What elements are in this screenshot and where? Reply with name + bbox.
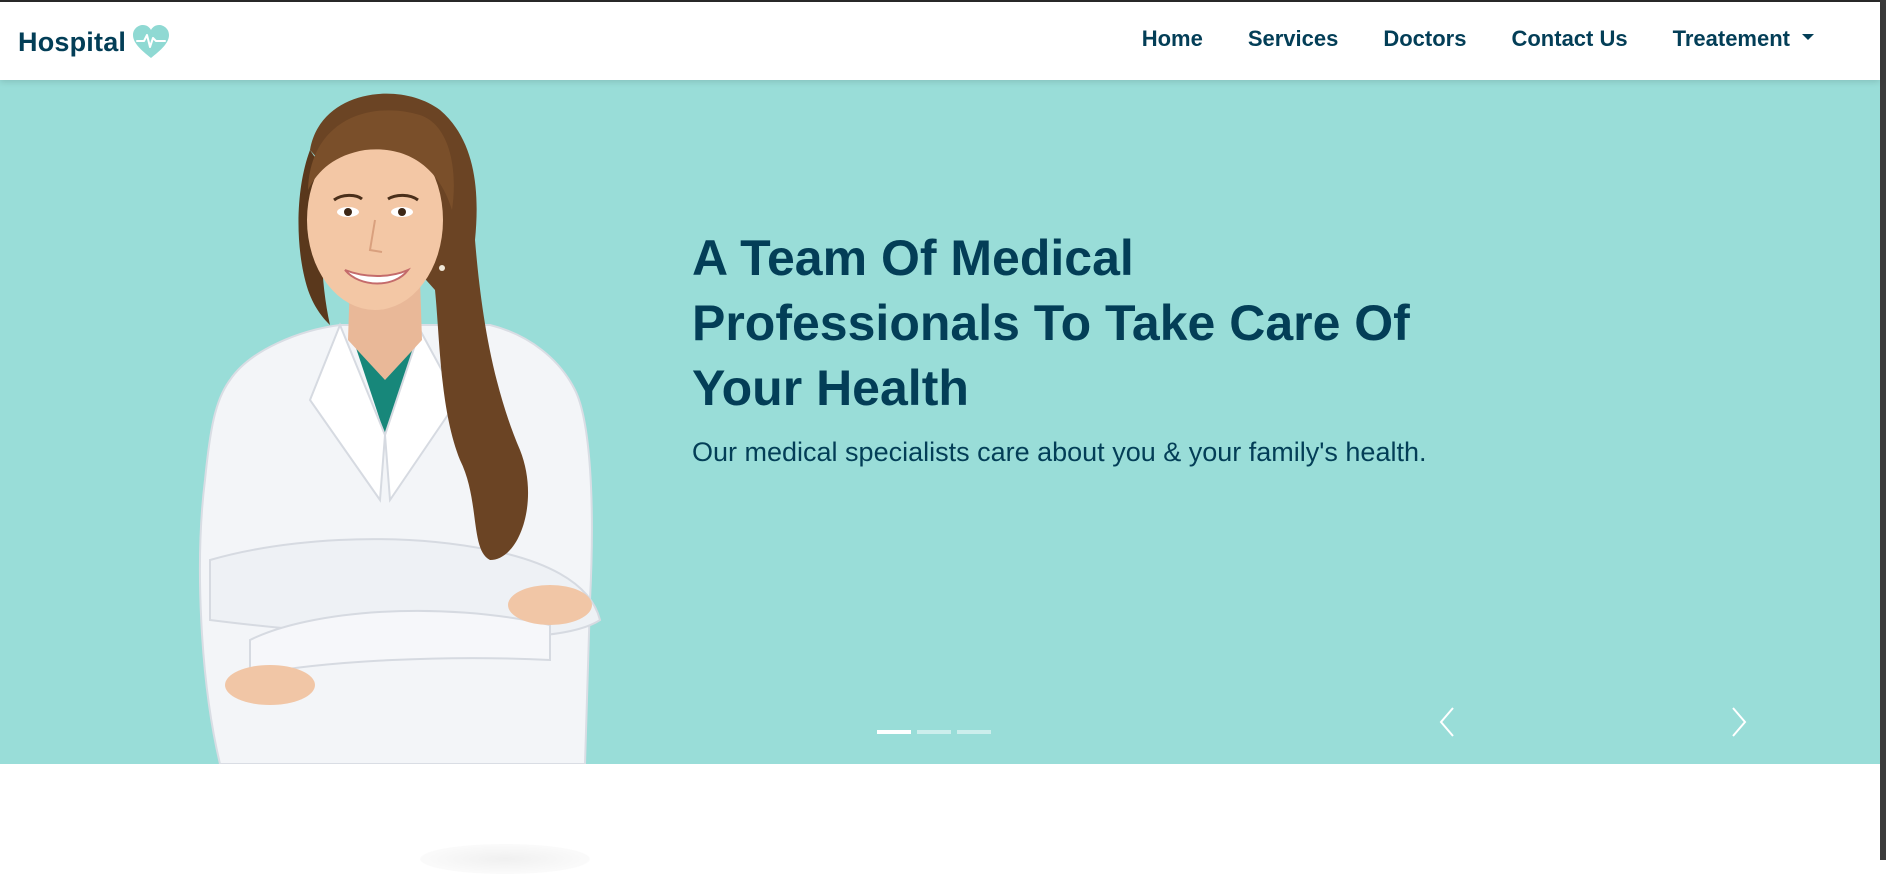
hero-subtitle: Our medical specialists care about you &… [692,437,1427,467]
nav-services-link[interactable]: Services [1248,26,1339,52]
hero-title-line-2: Professionals To Take Care Of [692,295,1410,351]
scrollbar-thumb[interactable] [1880,0,1886,860]
nav-links: Home Services Doctors Contact Us Treatem… [1097,26,1814,52]
brand-logo[interactable]: Hospital [18,24,171,60]
scrollbar[interactable] [1880,0,1886,860]
carousel-indicator-1[interactable] [877,730,911,734]
chevron-left-icon [1439,707,1454,737]
carousel-next-button[interactable] [1723,702,1753,742]
carousel-indicators [877,730,997,734]
nav-doctors-link[interactable]: Doctors [1383,26,1466,52]
nav-treatement-label: Treatement [1672,26,1790,51]
carousel-indicator-2[interactable] [917,730,951,734]
carousel-indicator-3[interactable] [957,730,991,734]
nav-treatement-dropdown[interactable]: Treatement [1673,26,1814,52]
navbar: Hospital Home Services Doctors Contact U… [0,2,1880,80]
nav-home-link[interactable]: Home [1142,26,1203,52]
brand-name: Hospital [18,26,127,57]
hero-caption: A Team Of Medical Professionals To Take C… [692,226,1592,468]
card-shadow [420,844,590,874]
hero-title-line-1: A Team Of Medical [692,230,1134,286]
nav-contact-link[interactable]: Contact Us [1511,26,1627,52]
carousel-prev-button[interactable] [1433,702,1463,742]
page: Hospital Home Services Doctors Contact U… [0,0,1886,874]
hero-title: A Team Of Medical Professionals To Take C… [692,226,1592,421]
doctor-portrait-image [199,93,602,764]
heart-pulse-icon [133,25,170,58]
hero-title-line-3: Your Health [692,360,969,416]
caret-down-icon [1802,34,1814,41]
hero-carousel: A Team Of Medical Professionals To Take C… [0,80,1880,764]
chevron-right-icon [1732,707,1747,737]
content-section [0,764,1880,874]
